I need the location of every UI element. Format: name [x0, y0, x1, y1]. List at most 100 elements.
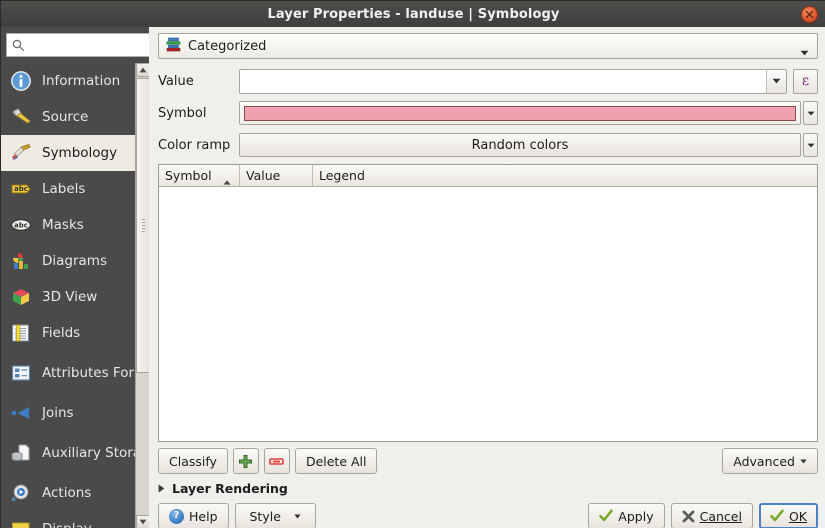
symbol-field [239, 101, 818, 126]
close-icon[interactable] [801, 6, 818, 23]
source-wrench-icon [9, 105, 33, 129]
ok-button[interactable]: OK [759, 503, 818, 528]
sidebar-item-display[interactable]: Display [1, 511, 135, 528]
check-icon [770, 509, 784, 523]
chevron-down-icon [294, 514, 301, 519]
symbology-brush-icon [9, 141, 33, 165]
cancel-button[interactable]: Cancel [671, 503, 753, 528]
classify-button[interactable]: Classify [158, 448, 228, 474]
3d-view-cube-icon [9, 285, 33, 309]
close-glyph [805, 10, 814, 19]
column-label: Value [246, 168, 280, 183]
sidebar-item-auxiliary-storage[interactable]: Auxiliary Storage [1, 431, 135, 475]
sidebar-item-3d-view[interactable]: 3D View [1, 279, 135, 315]
sidebar-item-actions[interactable]: Actions [1, 475, 135, 511]
display-callout-icon [9, 517, 33, 528]
search-box[interactable] [6, 33, 149, 57]
sidebar-item-label: Information [42, 74, 120, 89]
value-row: Value ε [158, 68, 818, 94]
symbol-row: Symbol [158, 100, 818, 126]
value-field: ε [239, 69, 818, 94]
symbology-panel: Categorized Value ε Symbol [149, 27, 825, 528]
information-icon [9, 69, 33, 93]
chevron-down-icon [807, 143, 815, 148]
symbol-preview-button[interactable] [239, 101, 801, 125]
sidebar-item-symbology[interactable]: Symbology [1, 135, 135, 171]
value-combo[interactable] [239, 69, 767, 94]
layer-rendering-label: Layer Rendering [172, 481, 288, 496]
sort-ascending-icon [223, 173, 231, 188]
sidebar-nav-list: Information Source [1, 63, 135, 528]
help-icon: ? [169, 509, 184, 524]
sidebar-item-label: Source [42, 110, 88, 125]
color-ramp-dropdown-arrow[interactable] [803, 133, 818, 157]
sidebar-item-label: Actions [42, 486, 91, 501]
column-header-value[interactable]: Value [240, 165, 313, 187]
sidebar-item-label: Attributes Form [42, 366, 135, 381]
svg-text:abc: abc [14, 185, 28, 193]
style-button[interactable]: Style [235, 503, 316, 528]
sidebar-scrollbar-thumb[interactable] [136, 78, 149, 373]
color-ramp-label: Color ramp [158, 138, 239, 153]
layer-properties-dialog: Layer Properties - landuse | Symbology [0, 0, 825, 528]
minus-icon [269, 456, 284, 467]
svg-text:abc: abc [14, 221, 28, 229]
sidebar-item-fields[interactable]: Fields [1, 315, 135, 351]
color-ramp-button[interactable]: Random colors [239, 133, 801, 157]
expression-button[interactable]: ε [793, 69, 818, 94]
renderer-type-value: Categorized [188, 39, 266, 54]
delete-all-button[interactable]: Delete All [295, 448, 378, 474]
window-title: Layer Properties - landuse | Symbology [268, 7, 560, 22]
sidebar-item-label: Diagrams [42, 254, 107, 269]
scroll-up-arrow-icon[interactable] [136, 63, 149, 77]
sidebar-item-label: Joins [42, 406, 74, 421]
value-combo-arrow[interactable] [766, 69, 787, 94]
column-label: Symbol [165, 168, 212, 183]
help-label: Help [189, 509, 218, 524]
help-button[interactable]: ? Help [158, 503, 229, 528]
sidebar-item-attributes-form[interactable]: Attributes Form [1, 351, 135, 395]
sidebar-item-information[interactable]: Information [1, 63, 135, 99]
column-header-symbol[interactable]: Symbol [159, 165, 240, 187]
apply-button[interactable]: Apply [588, 503, 664, 528]
sidebar-item-label: Symbology [42, 146, 117, 161]
layer-rendering-section[interactable]: Layer Rendering [158, 481, 818, 496]
advanced-button[interactable]: Advanced [722, 448, 818, 474]
symbology-form: Value ε Symbol [158, 68, 818, 158]
sidebar-item-source[interactable]: Source [1, 99, 135, 135]
symbol-label: Symbol [158, 106, 239, 121]
sidebar-item-masks[interactable]: abc Masks [1, 207, 135, 243]
table-body[interactable] [159, 187, 817, 441]
sidebar-item-label: Fields [42, 326, 80, 341]
column-label: Legend [319, 168, 365, 183]
search-input[interactable] [29, 35, 149, 55]
labels-abc-icon: abc [9, 177, 33, 201]
scroll-down-arrow-icon[interactable] [136, 515, 149, 528]
diagrams-icon [9, 249, 33, 273]
symbol-swatch [244, 106, 796, 121]
chevron-right-icon [158, 481, 165, 496]
attributes-form-icon [9, 361, 33, 385]
sidebar-item-label: Masks [42, 218, 84, 233]
column-header-legend[interactable]: Legend [313, 165, 817, 187]
categorized-renderer-icon [166, 37, 181, 55]
apply-label: Apply [618, 509, 653, 524]
sidebar-item-label: Display [42, 522, 92, 528]
sidebar-item-diagrams[interactable]: Diagrams [1, 243, 135, 279]
symbol-dropdown-arrow[interactable] [803, 101, 818, 125]
add-category-button[interactable] [233, 448, 259, 474]
sidebar-item-label: Labels [42, 182, 85, 197]
sidebar-item-joins[interactable]: Joins [1, 395, 135, 431]
ok-label: OK [789, 509, 807, 524]
cancel-label: Cancel [700, 509, 742, 524]
renderer-type-combo[interactable]: Categorized [158, 33, 818, 59]
sidebar-item-labels[interactable]: abc Labels [1, 171, 135, 207]
categories-table: Symbol Value Legend [158, 164, 818, 442]
sidebar-item-label: 3D View [42, 290, 97, 305]
sidebar: Information Source [1, 27, 149, 528]
dialog-button-bar: ? Help Style Apply Cancel [158, 503, 818, 528]
table-header-row: Symbol Value Legend [159, 165, 817, 187]
remove-category-button[interactable] [264, 448, 290, 474]
categories-toolbar: Classify Delete All Advanced [158, 448, 818, 474]
sidebar-scrollbar[interactable] [135, 63, 149, 528]
